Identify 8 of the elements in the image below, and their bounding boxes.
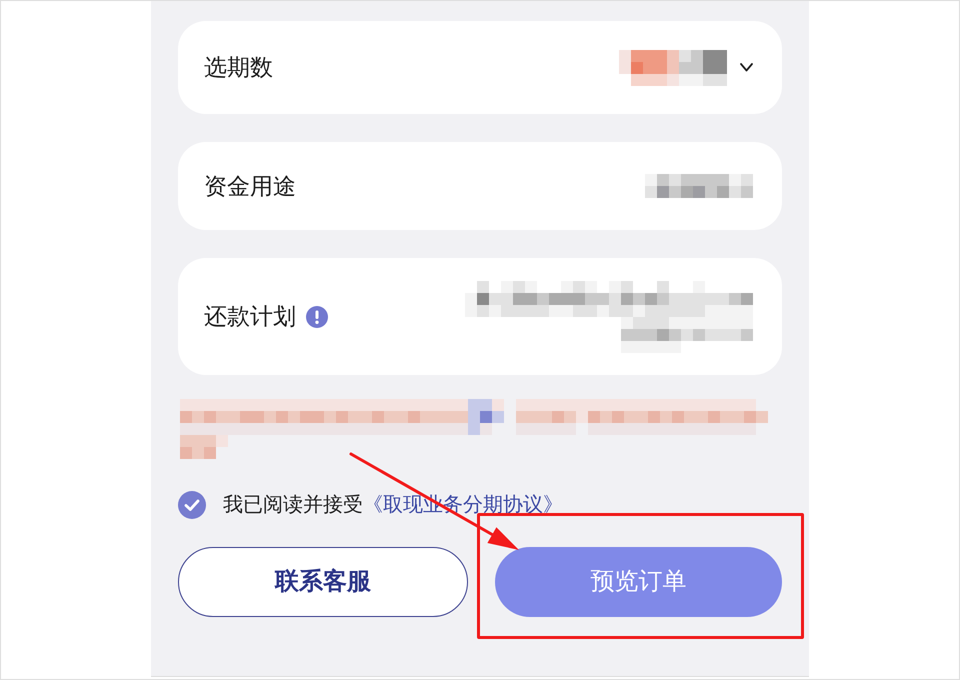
field-label: 选期数 xyxy=(204,56,273,79)
field-label: 还款计划 xyxy=(204,305,296,328)
form-card[interactable]: 选期数 xyxy=(178,21,782,114)
contact-service-button[interactable]: 联系客服 xyxy=(178,547,468,617)
chevron-down-icon xyxy=(740,63,753,72)
info-icon[interactable] xyxy=(306,306,328,328)
field-label: 资金用途 xyxy=(204,174,296,198)
checkbox-checked-icon[interactable] xyxy=(178,491,206,519)
